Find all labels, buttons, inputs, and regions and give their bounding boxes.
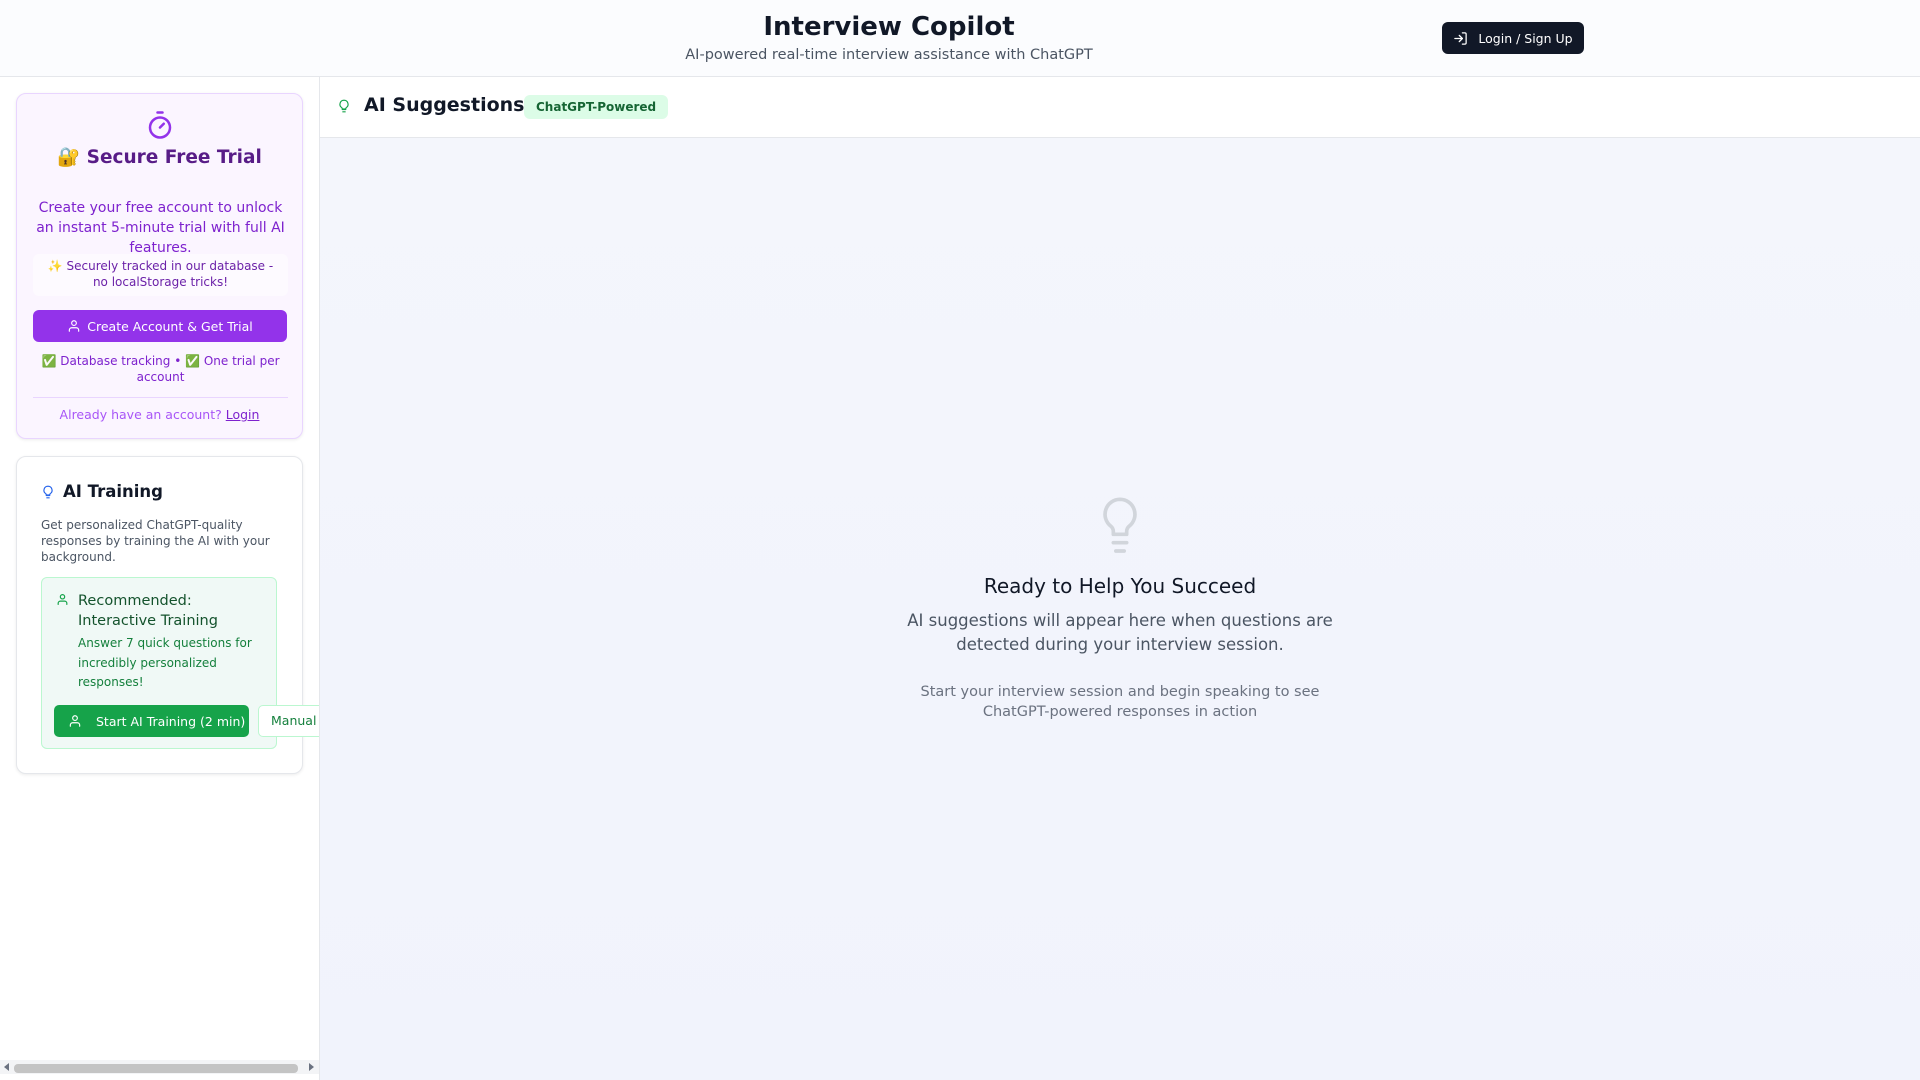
empty-state-title: Ready to Help You Succeed [983,574,1257,598]
recommended-training-box: Recommended: Interactive Training Answer… [41,577,319,749]
recommended-description: Answer 7 quick questions for incredibly … [78,636,252,689]
start-ai-training-label: Start AI Training (2 min) [96,713,246,729]
login-signup-label: Login / Sign Up [1478,30,1573,46]
ai-training-header: AI Training [41,482,163,501]
empty-state-hint: Start your interview session and begin s… [920,684,1320,720]
divider [33,397,288,398]
recommended-title: Recommended: Interactive Training [78,593,218,629]
ai-suggestions-title: AI Suggestions [364,94,525,116]
lightbulb-icon [43,485,53,498]
horizontal-scrollbar[interactable] [0,1060,319,1074]
scroll-right-arrow-icon[interactable] [309,1063,314,1071]
user-icon [69,320,80,332]
user-icon [69,715,81,727]
ai-training-title: AI Training [63,482,163,501]
login-prompt: Already have an account? [59,407,222,422]
manual-training-button[interactable]: Manual [258,705,319,737]
ai-suggestions-header: AI Suggestions ChatGPT-Powered [320,77,1920,138]
sidebar: 🔐 Secure Free Trial Create your free acc… [0,77,320,1080]
trial-security-note: ✨ Securely tracked in our database - no … [33,254,288,296]
trial-description: Create your free account to unlock an in… [36,200,285,256]
ai-suggestions-panel: AI Suggestions ChatGPT-Powered Ready to … [320,77,1920,1080]
secure-free-trial-card: 🔐 Secure Free Trial Create your free acc… [16,93,303,439]
scroll-left-arrow-icon[interactable] [4,1063,9,1071]
create-account-label: Create Account & Get Trial [87,318,253,334]
app-header: Interview Copilot AI-powered real-time i… [0,0,1920,77]
sidebar-scroll-area[interactable]: 🔐 Secure Free Trial Create your free acc… [0,77,319,1080]
lightbulb-icon [339,99,349,113]
trial-title: 🔐 Secure Free Trial [57,147,262,168]
user-icon [57,594,68,605]
create-account-button[interactable]: Create Account & Get Trial [33,310,287,342]
login-prompt-row: Already have an account? Login [17,407,302,422]
ai-training-card: AI Training Get personalized ChatGPT-qua… [16,456,319,774]
timer-icon [148,111,172,139]
chatgpt-powered-badge: ChatGPT-Powered [524,95,669,119]
trial-checks: ✅ Database tracking • ✅ One trial per ac… [41,354,280,384]
log-in-icon [1454,31,1468,45]
login-signup-button[interactable]: Login / Sign Up [1442,22,1584,54]
login-link[interactable]: Login [226,407,260,422]
lightbulb-icon [1103,497,1137,553]
empty-state-description: AI suggestions will appear here when que… [907,611,1333,654]
ai-training-description: Get personalized ChatGPT-quality respons… [41,518,270,564]
start-ai-training-button[interactable]: Start AI Training (2 min) [54,705,249,737]
scrollbar-thumb[interactable] [14,1064,298,1073]
